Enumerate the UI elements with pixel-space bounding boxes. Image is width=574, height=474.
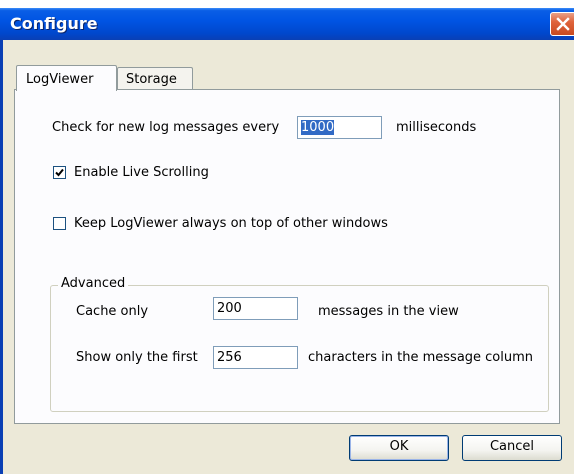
tab-storage-label: Storage: [126, 72, 177, 87]
poll-interval-input[interactable]: 1000: [297, 116, 382, 139]
cancel-button[interactable]: Cancel: [462, 435, 562, 461]
always-on-top-checkbox[interactable]: [53, 217, 66, 230]
cache-prefix: Cache only: [76, 304, 149, 319]
checkmark-icon: [55, 168, 64, 177]
tab-logviewer[interactable]: LogViewer: [16, 65, 117, 91]
chars-prefix: Show only the first: [76, 350, 198, 365]
tab-logviewer-label: LogViewer: [26, 72, 94, 87]
live-scrolling-checkbox[interactable]: [53, 166, 66, 179]
title-bar[interactable]: Configure: [0, 8, 574, 40]
live-scrolling-label[interactable]: Enable Live Scrolling: [74, 165, 209, 180]
window-left-border: [0, 40, 3, 474]
poll-interval-value: 1000: [301, 120, 335, 135]
ok-button[interactable]: OK: [349, 435, 449, 461]
tab-storage[interactable]: Storage: [117, 67, 193, 89]
message-chars-input[interactable]: 256: [213, 346, 298, 369]
chars-suffix: characters in the message column: [308, 350, 534, 365]
cache-suffix: messages in the view: [318, 304, 459, 319]
poll-interval-prefix: Check for new log messages every: [52, 120, 280, 135]
window-title: Configure: [10, 14, 98, 33]
close-button[interactable]: [550, 12, 574, 36]
poll-interval-suffix: milliseconds: [396, 120, 477, 135]
always-on-top-label[interactable]: Keep LogViewer always on top of other wi…: [74, 216, 388, 231]
close-icon: [556, 17, 570, 31]
cache-size-input[interactable]: 200: [213, 297, 298, 320]
advanced-group-title: Advanced: [58, 276, 129, 291]
configure-dialog: Configure LogViewer Storage Check for ne…: [0, 8, 574, 474]
